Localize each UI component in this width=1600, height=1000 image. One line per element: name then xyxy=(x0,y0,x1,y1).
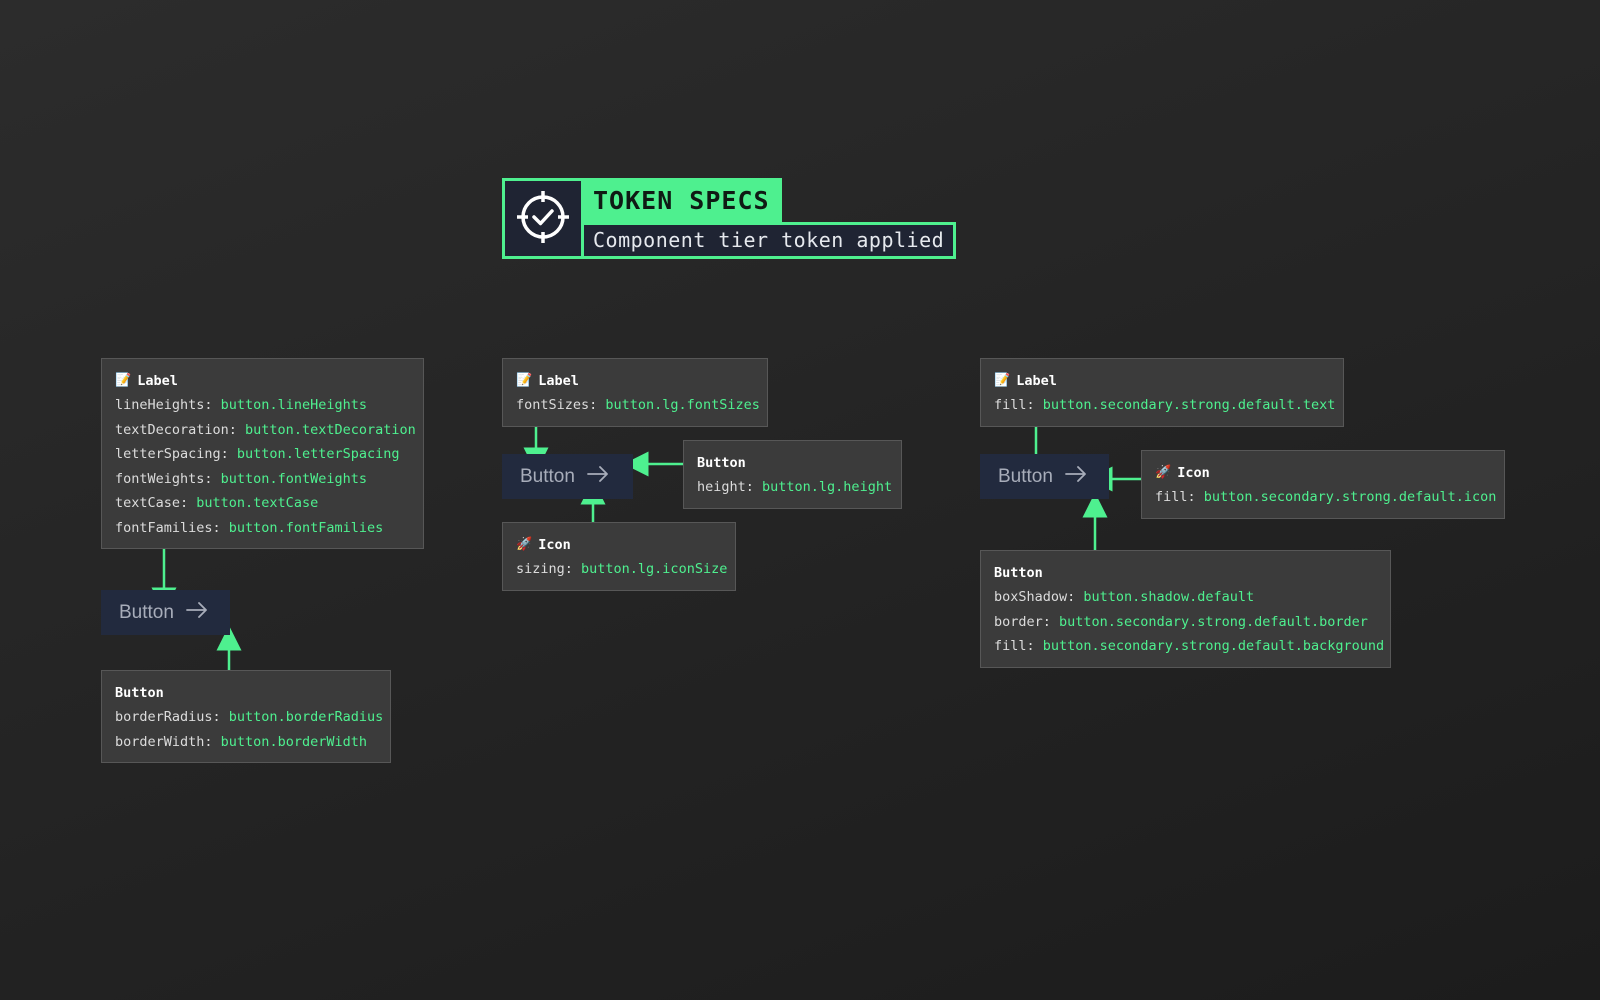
spec-row: sizing: button.lg.iconSize xyxy=(516,557,727,582)
spec-key: fill: xyxy=(994,638,1043,654)
arrow-right-icon xyxy=(1065,465,1087,488)
spec-row: lineHeights: button.lineHeights xyxy=(115,393,410,418)
spec-row: fontSizes: button.lg.fontSizes xyxy=(516,393,760,418)
token-value: button.borderWidth xyxy=(220,733,367,750)
spec-key: letterSpacing: xyxy=(115,446,237,462)
token-value: button.lg.iconSize xyxy=(581,561,728,577)
button-label: Button xyxy=(119,601,174,623)
memo-icon: 📝 xyxy=(994,373,1011,388)
spec-title: Icon xyxy=(1177,465,1210,481)
spec-row: fill: button.secondary.strong.default.te… xyxy=(994,393,1335,418)
spec-row: borderRadius: button.borderRadius xyxy=(115,705,383,730)
spec-title: Button xyxy=(115,685,164,701)
page-subtitle: Component tier token applied xyxy=(581,222,956,259)
sample-button-1[interactable]: Button xyxy=(101,590,230,635)
memo-icon: 📝 xyxy=(115,373,132,388)
spec-title: Label xyxy=(1016,373,1057,389)
spec-key: fill: xyxy=(1155,489,1204,505)
spec-key: fontSizes: xyxy=(516,397,606,413)
token-value: button.textCase xyxy=(196,495,319,511)
spec-title: Icon xyxy=(538,537,571,553)
spec-key: fontWeights: xyxy=(115,470,221,487)
button-spec-card-3: Button boxShadow: button.shadow.default … xyxy=(980,550,1391,668)
arrow-right-icon xyxy=(186,601,208,624)
badge-icon-box xyxy=(502,178,584,259)
spec-row: textCase: button.textCase xyxy=(115,491,410,516)
token-value: button.lineHeights xyxy=(220,397,367,413)
arrow-right-icon xyxy=(587,465,609,488)
icon-spec-card-2: 🚀 Icon sizing: button.lg.iconSize xyxy=(502,522,736,591)
token-value: button.secondary.strong.default.border xyxy=(1059,613,1368,630)
spec-row: border: button.secondary.strong.default.… xyxy=(994,610,1377,635)
spec-key: textDecoration: xyxy=(115,421,246,438)
icon-spec-card-3: 🚀 Icon fill: button.secondary.strong.defa… xyxy=(1141,450,1505,519)
target-check-icon xyxy=(515,189,571,249)
button-label: Button xyxy=(998,465,1053,487)
spec-row: letterSpacing: button.letterSpacing xyxy=(115,442,410,467)
spec-key: borderRadius: xyxy=(115,709,229,725)
spec-row: height: button.lg.height xyxy=(697,475,892,500)
token-value: button.textDecoration xyxy=(245,421,416,438)
button-spec-card-1: Button borderRadius: button.borderRadius… xyxy=(101,670,391,763)
spec-key: textCase: xyxy=(115,495,197,511)
token-specs-badge: TOKEN SPECS Component tier token applied xyxy=(502,178,956,259)
spec-row: borderWidth: button.borderWidth xyxy=(115,730,377,755)
token-value: button.secondary.strong.default.text xyxy=(1042,397,1336,413)
spec-key: fill: xyxy=(994,397,1043,413)
spec-row: boxShadow: button.shadow.default xyxy=(994,585,1377,610)
spec-title: Button xyxy=(994,565,1043,581)
spec-title: Label xyxy=(538,373,579,389)
rocket-icon: 🚀 xyxy=(516,537,533,552)
label-spec-card-3: 📝 Label fill: button.secondary.strong.def… xyxy=(980,358,1344,427)
token-value: button.letterSpacing xyxy=(236,446,400,462)
sample-button-3[interactable]: Button xyxy=(980,454,1109,499)
token-value: button.lg.fontSizes xyxy=(605,397,760,413)
button-spec-card-2: Button height: button.lg.height xyxy=(683,440,902,509)
sample-button-2[interactable]: Button xyxy=(502,454,633,499)
token-value: button.secondary.strong.default.icon xyxy=(1203,489,1497,505)
label-spec-card-2: 📝 Label fontSizes: button.lg.fontSizes xyxy=(502,358,768,427)
memo-icon: 📝 xyxy=(516,373,533,388)
token-value: button.lg.height xyxy=(762,479,893,495)
spec-key: height: xyxy=(697,479,763,495)
token-value: button.fontWeights xyxy=(220,470,367,487)
spec-key: sizing: xyxy=(516,561,582,577)
spec-row: fill: button.secondary.strong.default.ic… xyxy=(1155,485,1496,510)
spec-row: fontWeights: button.fontWeights xyxy=(115,467,410,492)
spec-key: fontFamilies: xyxy=(115,519,229,536)
spec-key: borderWidth: xyxy=(115,733,221,750)
spec-key: boxShadow: xyxy=(994,589,1084,605)
spec-row: textDecoration: button.textDecoration xyxy=(115,418,416,443)
page-title: TOKEN SPECS xyxy=(581,178,782,224)
spec-title: Label xyxy=(137,373,178,389)
spec-title: Button xyxy=(697,455,746,471)
button-label: Button xyxy=(520,465,575,487)
spec-row: fontFamilies: button.fontFamilies xyxy=(115,516,410,541)
token-value: button.borderRadius xyxy=(228,709,384,725)
token-value: button.fontFamilies xyxy=(228,519,384,536)
spec-key: lineHeights: xyxy=(115,397,221,413)
label-spec-card-1: 📝 Label lineHeights: button.lineHeights t… xyxy=(101,358,424,549)
rocket-icon: 🚀 xyxy=(1155,465,1172,480)
token-value: button.shadow.default xyxy=(1083,589,1255,605)
token-value: button.secondary.strong.default.backgrou… xyxy=(1042,638,1385,654)
spec-row: fill: button.secondary.strong.default.ba… xyxy=(994,634,1384,659)
spec-key: border: xyxy=(994,613,1060,630)
